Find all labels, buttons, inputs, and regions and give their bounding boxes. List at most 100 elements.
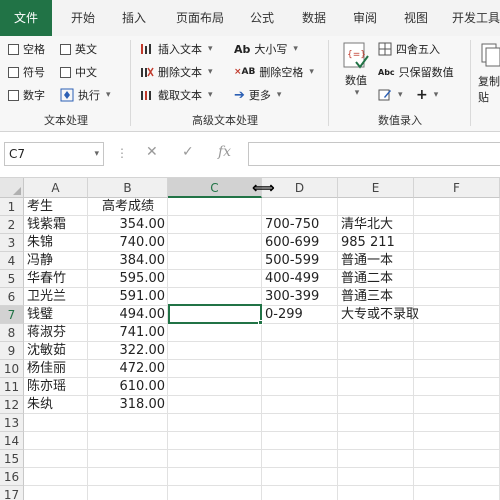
- insert-text-button[interactable]: 插入文本 ▾: [140, 40, 213, 58]
- cell-d2[interactable]: 700-750: [262, 216, 322, 234]
- cell-b11[interactable]: 610.00: [88, 378, 168, 396]
- cell-e2[interactable]: 清华北大: [338, 216, 396, 234]
- cell-a6[interactable]: 卫光兰: [24, 288, 69, 306]
- cancel-icon[interactable]: ✕: [146, 144, 158, 160]
- tab-insert[interactable]: 插入: [112, 0, 156, 36]
- cell-a11[interactable]: 陈亦瑶: [24, 378, 69, 396]
- cell-a2[interactable]: 钱紫霜: [24, 216, 69, 234]
- extract-text-button[interactable]: 截取文本 ▾: [140, 86, 213, 104]
- cell-b2[interactable]: 354.00: [88, 216, 168, 234]
- fill-handle[interactable]: [258, 320, 263, 325]
- cell-b10[interactable]: 472.00: [88, 360, 168, 378]
- function-icon[interactable]: fx: [218, 144, 231, 160]
- cell-e4[interactable]: 普通一本: [338, 252, 396, 270]
- column-header-f[interactable]: F: [414, 178, 500, 198]
- row-header-10[interactable]: 10: [0, 360, 24, 378]
- cell-b1[interactable]: 高考成绩: [88, 198, 168, 216]
- row-header-6[interactable]: 6: [0, 288, 24, 306]
- row-header-12[interactable]: 12: [0, 396, 24, 414]
- row-header-2[interactable]: 2: [0, 216, 24, 234]
- option-number[interactable]: 数字: [8, 86, 45, 104]
- space-checkbox[interactable]: [8, 43, 19, 55]
- row-header-17[interactable]: 17: [0, 486, 24, 500]
- more-button[interactable]: ➔ 更多 ▾: [234, 86, 281, 104]
- cell-e7[interactable]: 大专或不录取: [338, 306, 422, 324]
- enter-icon[interactable]: ✓: [182, 144, 194, 160]
- copy-button[interactable]: 复制 贴: [478, 42, 500, 104]
- cell-a3[interactable]: 朱锦: [24, 234, 56, 252]
- cell-b7[interactable]: 494.00: [88, 306, 168, 324]
- tab-file[interactable]: 文件: [0, 0, 52, 36]
- formula-input[interactable]: [248, 142, 500, 166]
- execute-button[interactable]: 执行 ▾: [60, 86, 111, 104]
- tab-home[interactable]: 开始: [60, 0, 106, 36]
- cell-d7[interactable]: 0-299: [262, 306, 306, 324]
- column-header-b[interactable]: B: [88, 178, 168, 198]
- cell-d6[interactable]: 300-399: [262, 288, 322, 306]
- tab-data[interactable]: 数据: [292, 0, 336, 36]
- edit-value-button[interactable]: ▾: [378, 86, 403, 104]
- option-symbol[interactable]: 符号: [8, 63, 45, 81]
- row-header-11[interactable]: 11: [0, 378, 24, 396]
- english-checkbox[interactable]: [60, 43, 71, 55]
- tab-formulas[interactable]: 公式: [242, 0, 282, 36]
- row-header-7[interactable]: 7: [0, 306, 24, 324]
- row-header-14[interactable]: 14: [0, 432, 24, 450]
- tab-page-layout[interactable]: 页面布局: [164, 0, 236, 36]
- cell-d3[interactable]: 600-699: [262, 234, 322, 252]
- row-header-3[interactable]: 3: [0, 234, 24, 252]
- select-all-button[interactable]: [0, 178, 24, 198]
- row-header-16[interactable]: 16: [0, 468, 24, 486]
- column-header-a[interactable]: A: [24, 178, 88, 198]
- cell-b5[interactable]: 595.00: [88, 270, 168, 288]
- chinese-checkbox[interactable]: [60, 66, 71, 78]
- cell-b6[interactable]: 591.00: [88, 288, 168, 306]
- row-header-4[interactable]: 4: [0, 252, 24, 270]
- name-box[interactable]: C7 ▾: [4, 142, 104, 166]
- option-chinese[interactable]: 中文: [60, 63, 97, 81]
- cell-b9[interactable]: 322.00: [88, 342, 168, 360]
- cell-b4[interactable]: 384.00: [88, 252, 168, 270]
- keep-numbers-button[interactable]: Abc 只保留数值: [378, 63, 454, 81]
- column-header-e[interactable]: E: [338, 178, 414, 198]
- cell-b3[interactable]: 740.00: [88, 234, 168, 252]
- number-checkbox[interactable]: [8, 89, 19, 101]
- row-header-15[interactable]: 15: [0, 450, 24, 468]
- name-box-dropdown-icon[interactable]: ▾: [94, 143, 99, 165]
- row-header-9[interactable]: 9: [0, 342, 24, 360]
- symbol-checkbox[interactable]: [8, 66, 19, 78]
- tab-review[interactable]: 审阅: [344, 0, 386, 36]
- cell-d4[interactable]: 500-599: [262, 252, 322, 270]
- cell-a7[interactable]: 钱璧: [24, 306, 56, 324]
- round-button[interactable]: 四舍五入: [378, 40, 440, 58]
- option-english[interactable]: 英文: [60, 40, 97, 58]
- plus-button[interactable]: + ▾: [416, 86, 438, 104]
- row-header-1[interactable]: 1: [0, 198, 24, 216]
- cell-a10[interactable]: 杨佳丽: [24, 360, 69, 378]
- cell-e5[interactable]: 普通二本: [338, 270, 396, 288]
- row-header-13[interactable]: 13: [0, 414, 24, 432]
- delete-spaces-label: 删除空格: [259, 66, 304, 79]
- option-space[interactable]: 空格: [8, 40, 45, 58]
- cell-a1[interactable]: 考生: [24, 198, 56, 216]
- cell-a5[interactable]: 华春竹: [24, 270, 69, 288]
- delete-spaces-button[interactable]: ×AB 删除空格 ▾: [234, 63, 314, 81]
- tab-view[interactable]: 视图: [396, 0, 436, 36]
- cell-b8[interactable]: 741.00: [88, 324, 168, 342]
- tab-developer[interactable]: 开发工具: [446, 0, 500, 36]
- change-case-button[interactable]: Ab 大小写 ▾: [234, 40, 298, 58]
- cell-e3[interactable]: 985 211: [338, 234, 398, 252]
- delete-text-button[interactable]: 删除文本 ▾: [140, 63, 213, 81]
- cell-a4[interactable]: 冯静: [24, 252, 56, 270]
- column-header-c[interactable]: C: [168, 178, 262, 198]
- group-divider: [130, 40, 131, 126]
- cell-b12[interactable]: 318.00: [88, 396, 168, 414]
- cell-a8[interactable]: 蒋淑芬: [24, 324, 69, 342]
- numeric-button[interactable]: {=} 数值 ▾: [338, 42, 374, 102]
- cell-d5[interactable]: 400-499: [262, 270, 322, 288]
- row-header-5[interactable]: 5: [0, 270, 24, 288]
- row-header-8[interactable]: 8: [0, 324, 24, 342]
- cell-a9[interactable]: 沈敏茹: [24, 342, 69, 360]
- cell-a12[interactable]: 朱纨: [24, 396, 56, 414]
- cell-e6[interactable]: 普通三本: [338, 288, 396, 306]
